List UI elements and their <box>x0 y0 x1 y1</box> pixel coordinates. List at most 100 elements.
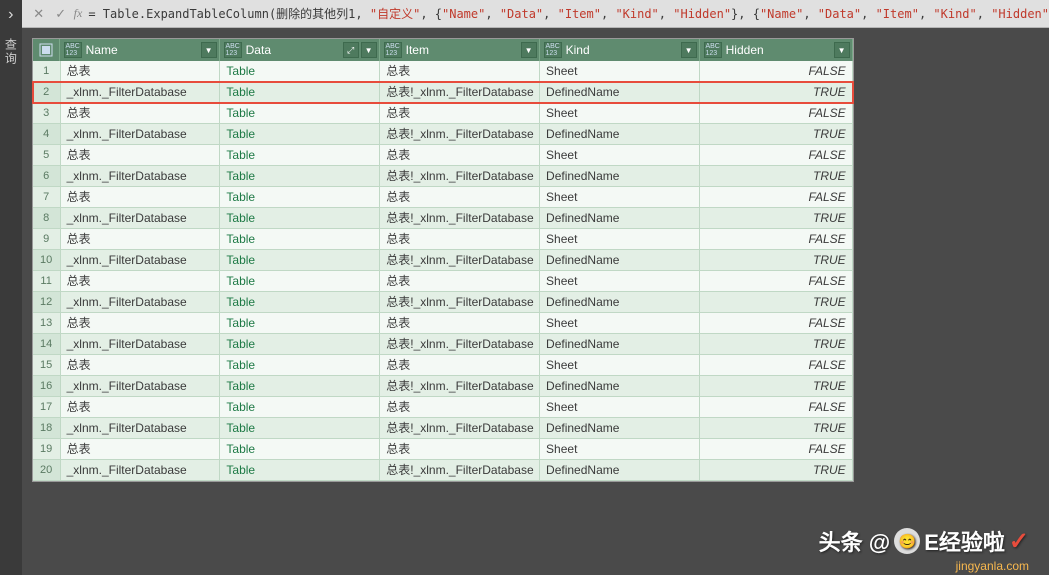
cell-data[interactable]: Table <box>220 103 380 124</box>
data-grid[interactable]: ABC123Name▼ABC123Data⤢▼ABC123Item▼ ABC123… <box>32 38 854 482</box>
cell-item[interactable]: 总表 <box>380 271 540 292</box>
cell-item[interactable]: 总表!_xlnm._FilterDatabase <box>380 460 540 481</box>
select-all-icon[interactable] <box>33 39 60 61</box>
cell-hidden[interactable]: FALSE <box>700 397 853 418</box>
cell-item[interactable]: 总表!_xlnm._FilterDatabase <box>380 208 540 229</box>
cell-kind[interactable]: Sheet <box>540 187 700 208</box>
cell-hidden[interactable]: TRUE <box>700 166 853 187</box>
formula-text[interactable]: = Table.ExpandTableColumn(删除的其他列1, "自定义"… <box>88 5 1049 22</box>
cell-kind[interactable]: DefinedName <box>540 460 700 481</box>
queries-rail[interactable]: › 查询 <box>0 0 22 575</box>
table-row[interactable]: 8_xlnm._FilterDatabaseTable总表!_xlnm._Fil… <box>33 208 853 229</box>
row-number[interactable]: 4 <box>33 124 61 145</box>
cell-kind[interactable]: DefinedName <box>540 166 700 187</box>
row-number[interactable]: 11 <box>33 271 61 292</box>
table-row[interactable]: 9总表Table总表SheetFALSE <box>33 229 853 250</box>
row-number[interactable]: 7 <box>33 187 61 208</box>
confirm-icon[interactable]: ✓ <box>50 3 72 25</box>
cell-kind[interactable]: Sheet <box>540 313 700 334</box>
row-number[interactable]: 17 <box>33 397 61 418</box>
cancel-icon[interactable]: ✕ <box>28 3 50 25</box>
cell-data[interactable]: Table <box>220 334 380 355</box>
table-row[interactable]: 6_xlnm._FilterDatabaseTable总表!_xlnm._Fil… <box>33 166 853 187</box>
cell-name[interactable]: 总表 <box>61 313 221 334</box>
row-number[interactable]: 20 <box>33 460 61 481</box>
table-row[interactable]: 10_xlnm._FilterDatabaseTable总表!_xlnm._Fi… <box>33 250 853 271</box>
row-number[interactable]: 3 <box>33 103 61 124</box>
column-header-name[interactable]: ABC123Name▼ <box>60 39 220 61</box>
cell-item[interactable]: 总表 <box>380 355 540 376</box>
cell-name[interactable]: _xlnm._FilterDatabase <box>61 334 221 355</box>
table-row[interactable]: 20_xlnm._FilterDatabaseTable总表!_xlnm._Fi… <box>33 460 853 481</box>
row-number[interactable]: 15 <box>33 355 61 376</box>
cell-kind[interactable]: Sheet <box>540 355 700 376</box>
cell-name[interactable]: _xlnm._FilterDatabase <box>61 460 221 481</box>
cell-item[interactable]: 总表 <box>380 145 540 166</box>
cell-name[interactable]: 总表 <box>61 187 221 208</box>
table-row[interactable]: 3总表Table总表SheetFALSE <box>33 103 853 124</box>
row-number[interactable]: 2 <box>33 82 61 103</box>
cell-data[interactable]: Table <box>220 418 380 439</box>
table-row[interactable]: 13总表Table总表SheetFALSE <box>33 313 853 334</box>
table-row[interactable]: 4_xlnm._FilterDatabaseTable总表!_xlnm._Fil… <box>33 124 853 145</box>
cell-kind[interactable]: DefinedName <box>540 292 700 313</box>
cell-kind[interactable]: DefinedName <box>540 124 700 145</box>
dropdown-icon[interactable]: ▼ <box>361 42 377 58</box>
table-row[interactable]: 17总表Table总表SheetFALSE <box>33 397 853 418</box>
table-row[interactable]: 14_xlnm._FilterDatabaseTable总表!_xlnm._Fi… <box>33 334 853 355</box>
table-row[interactable]: 19总表Table总表SheetFALSE <box>33 439 853 460</box>
cell-item[interactable]: 总表 <box>380 103 540 124</box>
cell-data[interactable]: Table <box>220 397 380 418</box>
cell-name[interactable]: _xlnm._FilterDatabase <box>61 166 221 187</box>
cell-item[interactable]: 总表!_xlnm._FilterDatabase <box>380 250 540 271</box>
cell-hidden[interactable]: TRUE <box>700 460 853 481</box>
cell-hidden[interactable]: TRUE <box>700 292 853 313</box>
row-number[interactable]: 5 <box>33 145 61 166</box>
fx-icon[interactable]: fx <box>74 6 83 21</box>
row-number[interactable]: 1 <box>33 61 61 82</box>
cell-kind[interactable]: DefinedName <box>540 250 700 271</box>
cell-data[interactable]: Table <box>220 61 380 82</box>
cell-item[interactable]: 总表!_xlnm._FilterDatabase <box>380 124 540 145</box>
cell-hidden[interactable]: FALSE <box>700 229 853 250</box>
row-number[interactable]: 10 <box>33 250 61 271</box>
row-number[interactable]: 13 <box>33 313 61 334</box>
cell-item[interactable]: 总表 <box>380 229 540 250</box>
column-header-hidden[interactable]: ABC123Hidden▼ <box>700 39 853 61</box>
cell-hidden[interactable]: FALSE <box>700 61 853 82</box>
cell-hidden[interactable]: TRUE <box>700 208 853 229</box>
cell-data[interactable]: Table <box>220 229 380 250</box>
column-header-item[interactable]: ABC123Item▼ <box>380 39 540 61</box>
cell-item[interactable]: 总表 <box>380 397 540 418</box>
cell-hidden[interactable]: TRUE <box>700 250 853 271</box>
table-row[interactable]: 5总表Table总表SheetFALSE <box>33 145 853 166</box>
table-row[interactable]: 2_xlnm._FilterDatabaseTable总表!_xlnm._Fil… <box>33 82 853 103</box>
table-row[interactable]: 12_xlnm._FilterDatabaseTable总表!_xlnm._Fi… <box>33 292 853 313</box>
expand-icon[interactable]: ⤢ <box>343 42 359 58</box>
formula-bar[interactable]: ✕ ✓ fx = Table.ExpandTableColumn(删除的其他列1… <box>22 0 1049 28</box>
dropdown-icon[interactable]: ▼ <box>521 42 537 58</box>
cell-item[interactable]: 总表!_xlnm._FilterDatabase <box>380 334 540 355</box>
row-number[interactable]: 12 <box>33 292 61 313</box>
cell-hidden[interactable]: FALSE <box>700 271 853 292</box>
cell-hidden[interactable]: FALSE <box>700 145 853 166</box>
column-header-data[interactable]: ABC123Data⤢▼ <box>220 39 380 61</box>
cell-item[interactable]: 总表!_xlnm._FilterDatabase <box>380 418 540 439</box>
row-number[interactable]: 14 <box>33 334 61 355</box>
type-icon[interactable]: ABC123 <box>224 42 242 58</box>
cell-data[interactable]: Table <box>220 460 380 481</box>
cell-name[interactable]: 总表 <box>61 439 221 460</box>
cell-hidden[interactable]: TRUE <box>700 334 853 355</box>
cell-name[interactable]: _xlnm._FilterDatabase <box>61 292 221 313</box>
cell-item[interactable]: 总表!_xlnm._FilterDatabase <box>380 376 540 397</box>
cell-item[interactable]: 总表!_xlnm._FilterDatabase <box>380 292 540 313</box>
table-row[interactable]: 11总表Table总表SheetFALSE <box>33 271 853 292</box>
cell-data[interactable]: Table <box>220 439 380 460</box>
cell-name[interactable]: 总表 <box>61 145 221 166</box>
cell-data[interactable]: Table <box>220 271 380 292</box>
dropdown-icon[interactable]: ▼ <box>834 42 850 58</box>
table-row[interactable]: 16_xlnm._FilterDatabaseTable总表!_xlnm._Fi… <box>33 376 853 397</box>
cell-kind[interactable]: Sheet <box>540 439 700 460</box>
cell-hidden[interactable]: TRUE <box>700 418 853 439</box>
cell-data[interactable]: Table <box>220 292 380 313</box>
